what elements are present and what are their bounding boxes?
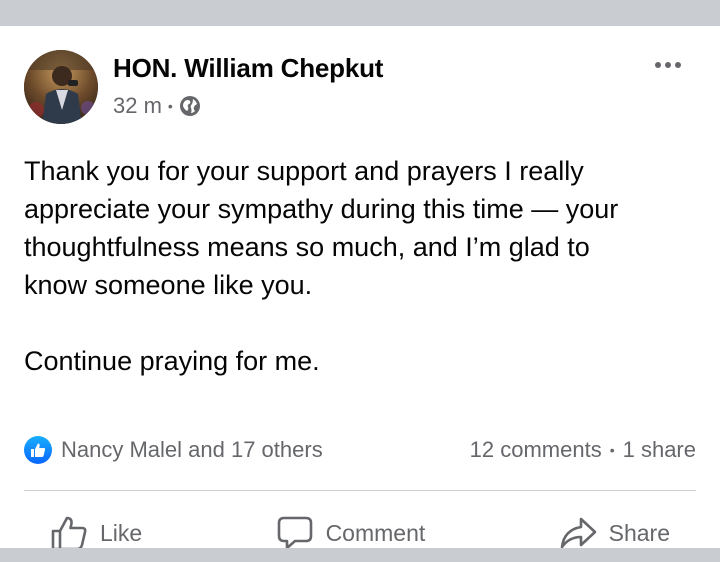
post-card: HON. William Chepkut 32 m • Thank you fo…: [0, 26, 720, 551]
share-button[interactable]: Share: [533, 514, 696, 552]
share-label: Share: [608, 519, 670, 546]
post-body: Thank you for your support and prayers I…: [24, 152, 696, 380]
author-name[interactable]: HON. William Chepkut: [113, 53, 383, 84]
post-paragraph: Thank you for your support and prayers I…: [24, 156, 619, 300]
comment-button[interactable]: Comment: [250, 514, 452, 552]
feed-background-top: [0, 0, 720, 26]
meta-separator: •: [167, 98, 173, 114]
engagement-stats: 12 comments • 1 share: [470, 434, 696, 466]
reactors-text: Nancy Malel and 17 others: [61, 437, 323, 462]
comment-icon: [277, 516, 312, 550]
feed-background-bottom: [0, 548, 720, 562]
divider: [24, 490, 696, 491]
more-dot-icon: [655, 62, 661, 68]
comment-label: Comment: [325, 519, 426, 546]
comments-count-link[interactable]: 12 comments: [470, 437, 602, 463]
post-paragraph: Continue praying for me.: [24, 346, 320, 376]
more-dot-icon: [665, 62, 671, 68]
post-time[interactable]: 32 m: [113, 93, 162, 119]
share-icon: [560, 517, 596, 549]
profile-photo: [24, 50, 98, 124]
globe-icon[interactable]: [179, 95, 201, 117]
stats-separator: •: [609, 442, 615, 458]
more-options-button[interactable]: [650, 54, 686, 76]
reactions-summary[interactable]: Nancy Malel and 17 others: [24, 434, 323, 466]
more-dot-icon: [675, 62, 681, 68]
thumbs-up-icon: [24, 436, 52, 464]
shares-count-link[interactable]: 1 share: [623, 437, 696, 463]
like-label: Like: [100, 519, 143, 546]
post-meta: 32 m •: [113, 92, 201, 120]
like-button[interactable]: Like: [24, 514, 168, 552]
avatar[interactable]: [24, 50, 98, 124]
thumbs-up-icon: [51, 516, 87, 551]
